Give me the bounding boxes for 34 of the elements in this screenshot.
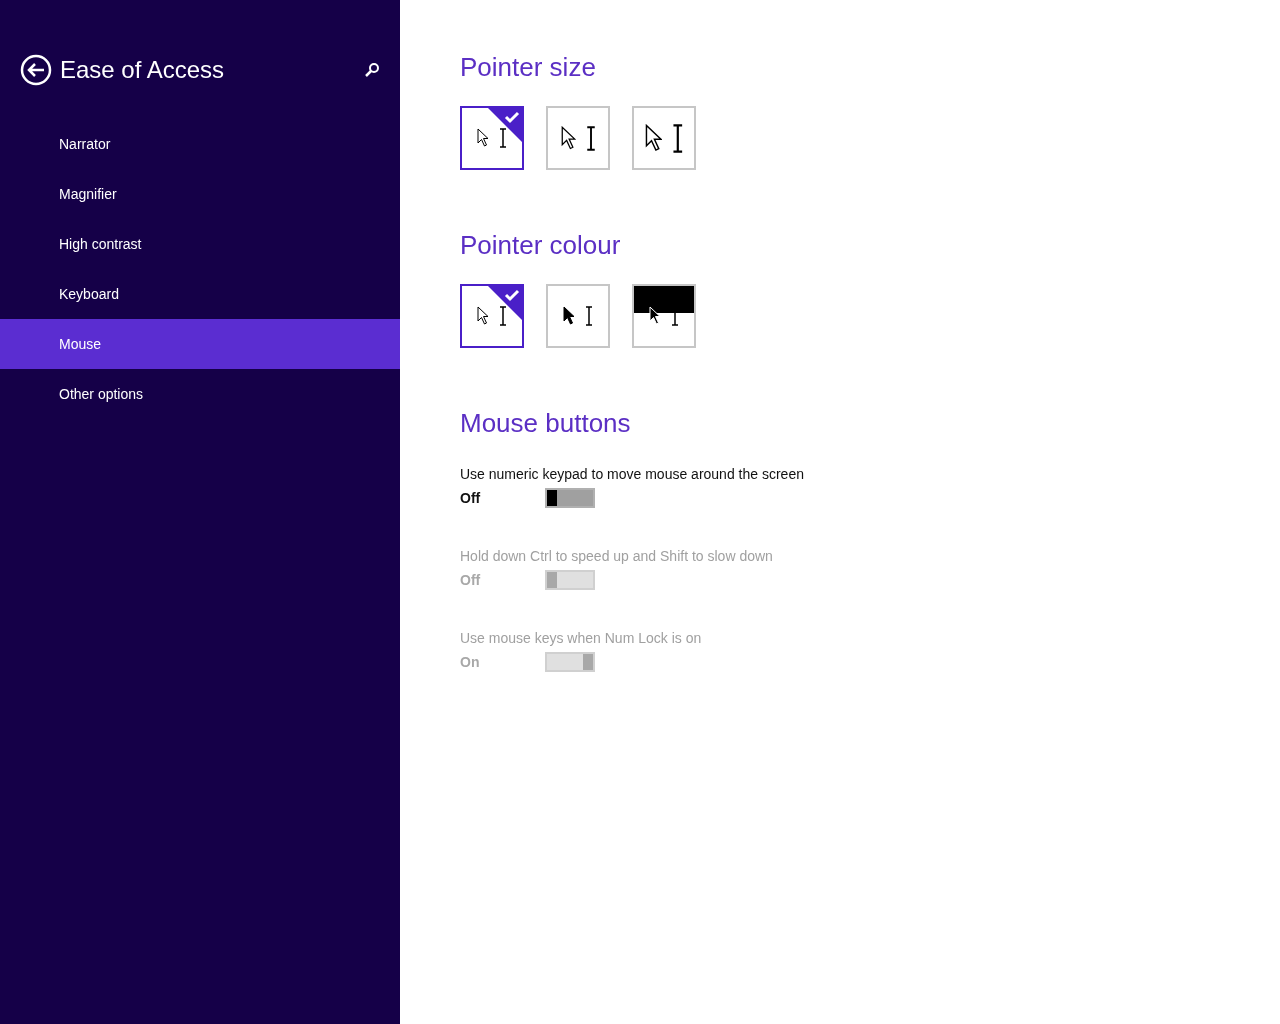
pointer-icon xyxy=(477,128,489,148)
toggle-state: On xyxy=(460,654,481,670)
section-heading: Mouse buttons xyxy=(460,408,632,440)
text-cursor-icon xyxy=(499,128,507,148)
setting-label: Use mouse keys when Num Lock is on xyxy=(460,630,703,646)
nav-item[interactable]: Narrator xyxy=(0,119,400,169)
section-heading: Pointer colour xyxy=(460,230,622,262)
pointer-icon xyxy=(477,306,489,326)
pointer-icon xyxy=(644,123,662,153)
pointer-icon xyxy=(563,306,575,326)
pointer-icon xyxy=(649,306,661,326)
pointer-colour-option[interactable] xyxy=(460,284,524,348)
nav-item[interactable]: Other options xyxy=(0,369,400,419)
text-cursor-icon xyxy=(585,306,593,326)
toggle-state: Off xyxy=(460,490,482,506)
check-icon xyxy=(488,108,522,142)
toggle-state: Off xyxy=(460,572,482,588)
nav-item[interactable]: High contrast xyxy=(0,219,400,269)
pointer-size-option[interactable] xyxy=(460,106,524,170)
pointer-icon xyxy=(560,125,576,151)
back-icon[interactable] xyxy=(20,54,52,86)
toggle-switch[interactable] xyxy=(545,488,595,508)
text-cursor-icon xyxy=(585,125,596,151)
check-icon xyxy=(488,286,522,320)
setting-label: Hold down Ctrl to speed up and Shift to slow down xyxy=(460,548,774,564)
text-cursor-icon xyxy=(499,306,507,326)
page-title: Ease of Access xyxy=(60,56,226,84)
setting-label: Use numeric keypad to move mouse around the screen xyxy=(460,466,805,482)
nav-item[interactable]: Magnifier xyxy=(0,169,400,219)
text-cursor-icon xyxy=(671,123,684,153)
nav-item[interactable]: Mouse xyxy=(0,319,400,369)
search-icon[interactable] xyxy=(364,62,380,78)
section-heading: Pointer size xyxy=(460,52,597,84)
nav-item[interactable]: Keyboard xyxy=(0,269,400,319)
